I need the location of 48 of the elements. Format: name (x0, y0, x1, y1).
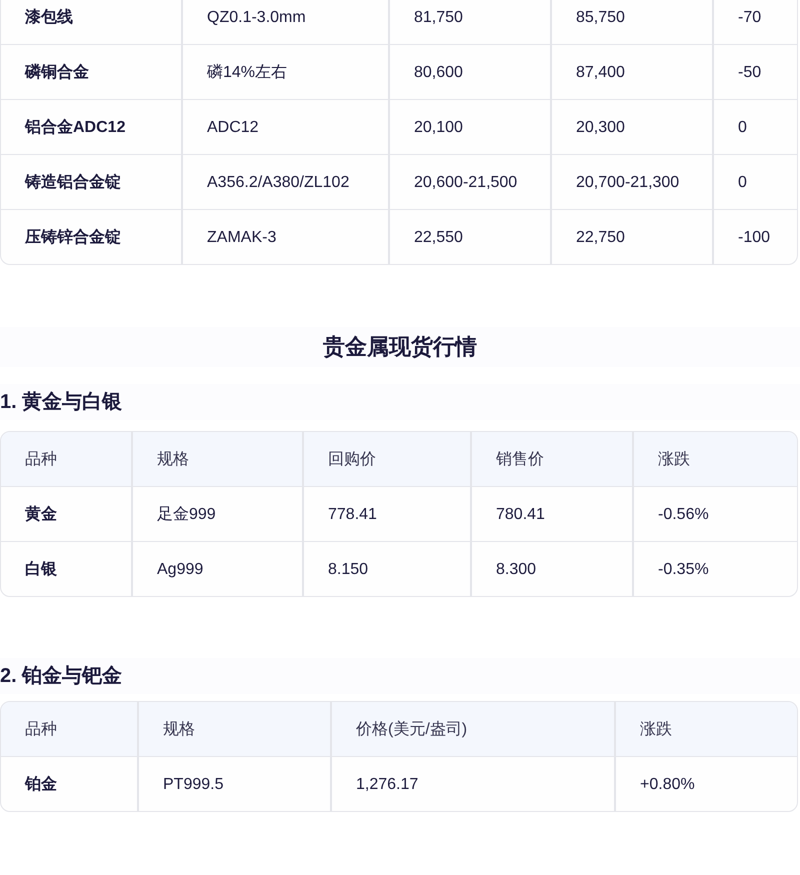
column-header: 涨跌 (615, 702, 797, 756)
table-cell: 铝合金ADC12 (1, 100, 182, 154)
table-cell: 20,700-21,300 (551, 154, 713, 210)
table-cell: 磷铜合金 (1, 44, 182, 100)
table-cell: -50 (713, 44, 797, 100)
table-cell: 85,750 (551, 0, 713, 44)
table-cell: -0.56% (633, 486, 797, 542)
table-cell: 磷14%左右 (182, 44, 389, 100)
table-cell: 780.41 (471, 486, 633, 542)
table-cell: 87,400 (551, 44, 713, 100)
table-cell: 足金999 (132, 486, 303, 542)
table-cell: 20,600-21,500 (389, 154, 551, 210)
table-cell: 0 (713, 100, 797, 154)
table-cell: 20,300 (551, 100, 713, 154)
table-cell: A356.2/A380/ZL102 (182, 154, 389, 210)
table-cell: ZAMAK-3 (182, 210, 389, 264)
table-cell: -0.35% (633, 542, 797, 596)
table-cell: 20,100 (389, 100, 551, 154)
table-cell: 1,276.17 (331, 756, 615, 811)
table-cell: 80,600 (389, 44, 551, 100)
table-cell: 铸造铝合金锭 (1, 154, 182, 210)
table-cell: 黄金 (1, 486, 132, 542)
table-cell: 22,550 (389, 210, 551, 264)
table-cell: 8.150 (303, 542, 471, 596)
table-cell: 81,750 (389, 0, 551, 44)
table-cell: 22,750 (551, 210, 713, 264)
table-cell: -70 (713, 0, 797, 44)
column-header: 品种 (1, 702, 138, 756)
table-cell: -100 (713, 210, 797, 264)
table-cell: 白银 (1, 542, 132, 596)
table-cell: 0 (713, 154, 797, 210)
table-cell: Ag999 (132, 542, 303, 596)
column-header: 价格(美元/盎司) (331, 702, 615, 756)
column-header: 规格 (132, 432, 303, 486)
table-cell: 压铸锌合金锭 (1, 210, 182, 264)
table-cell: 漆包线 (1, 0, 182, 44)
column-header: 规格 (138, 702, 331, 756)
table-cell: +0.80% (615, 756, 797, 811)
table-cell: ADC12 (182, 100, 389, 154)
table-cell: PT999.5 (138, 756, 331, 811)
table-cell: 8.300 (471, 542, 633, 596)
table-cell: 778.41 (303, 486, 471, 542)
column-header: 回购价 (303, 432, 471, 486)
column-header: 品种 (1, 432, 132, 486)
column-header: 涨跌 (633, 432, 797, 486)
table-cell: 铂金 (1, 756, 138, 811)
table-cell: QZ0.1-3.0mm (182, 0, 389, 44)
column-header: 销售价 (471, 432, 633, 486)
